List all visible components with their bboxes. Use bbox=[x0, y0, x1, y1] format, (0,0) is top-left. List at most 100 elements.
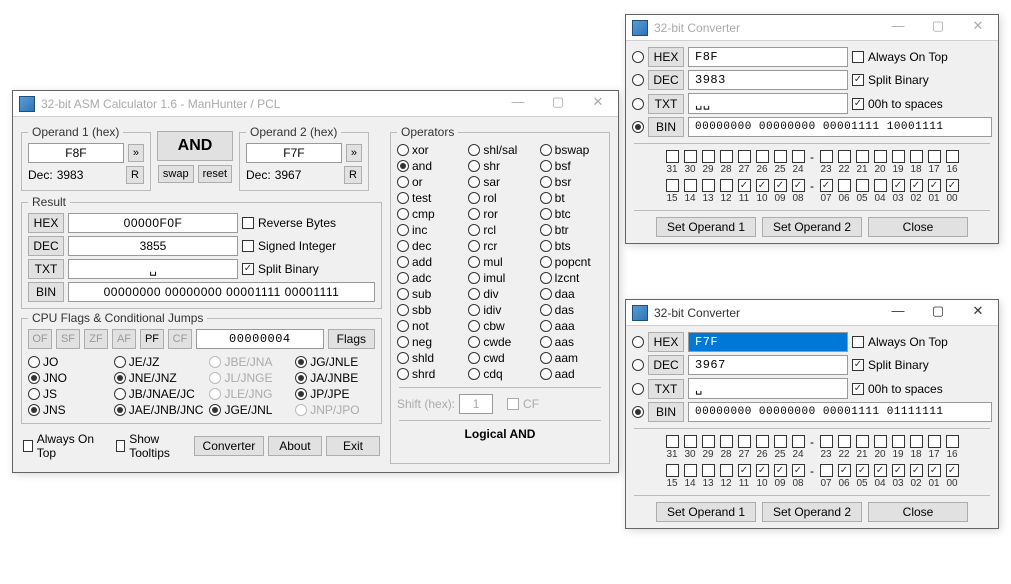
operator-bswap[interactable]: bswap bbox=[540, 143, 603, 157]
close-button[interactable]: ✕ bbox=[958, 300, 998, 326]
jump-je-jz[interactable]: JE/JZ bbox=[114, 355, 204, 369]
jump-ja-jnbe[interactable]: JA/JNBE bbox=[295, 371, 375, 385]
result-dec-label[interactable]: DEC bbox=[28, 236, 64, 256]
conv-check-dec[interactable]: Split Binary bbox=[852, 358, 929, 372]
bit-29[interactable] bbox=[702, 435, 715, 448]
bit-27[interactable] bbox=[738, 150, 751, 163]
bit-16[interactable] bbox=[946, 150, 959, 163]
operator-cwd[interactable]: cwd bbox=[468, 351, 531, 365]
operator-aaa[interactable]: aaa bbox=[540, 319, 603, 333]
jump-jnp-jpo[interactable]: JNP/JPO bbox=[295, 403, 375, 417]
conv-radio-txt[interactable] bbox=[632, 98, 644, 110]
bit-24[interactable] bbox=[792, 435, 805, 448]
cf-checkbox[interactable]: CF bbox=[507, 397, 539, 411]
bit-2[interactable] bbox=[910, 179, 923, 192]
bit-11[interactable] bbox=[738, 179, 751, 192]
about-button[interactable]: About bbox=[268, 436, 322, 456]
bit-26[interactable] bbox=[756, 150, 769, 163]
operator-and[interactable]: and bbox=[397, 159, 460, 173]
operator-sbb[interactable]: sbb bbox=[397, 303, 460, 317]
conv-bin-label[interactable]: BIN bbox=[648, 402, 684, 422]
operator-shld[interactable]: shld bbox=[397, 351, 460, 365]
operator-imul[interactable]: imul bbox=[468, 271, 531, 285]
jump-jle-jng[interactable]: JLE/JNG bbox=[209, 387, 289, 401]
jump-jge-jnl[interactable]: JGE/JNL bbox=[209, 403, 289, 417]
close-button[interactable]: ✕ bbox=[958, 15, 998, 41]
conv-bot-titlebar[interactable]: 32-bit Converter — ▢ ✕ bbox=[626, 300, 998, 326]
operator-xor[interactable]: xor bbox=[397, 143, 460, 157]
jump-jae-jnb-jnc[interactable]: JAE/JNB/JNC bbox=[114, 403, 204, 417]
maximize-button[interactable]: ▢ bbox=[538, 91, 578, 117]
maximize-button[interactable]: ▢ bbox=[918, 15, 958, 41]
bit-12[interactable] bbox=[720, 179, 733, 192]
operator-shrd[interactable]: shrd bbox=[397, 367, 460, 381]
split-binary-checkbox[interactable]: Split Binary bbox=[242, 262, 319, 276]
conv-top-titlebar[interactable]: 32-bit Converter — ▢ ✕ bbox=[626, 15, 998, 41]
maximize-button[interactable]: ▢ bbox=[918, 300, 958, 326]
operator-bt[interactable]: bt bbox=[540, 191, 603, 205]
bit-25[interactable] bbox=[774, 150, 787, 163]
operator-btc[interactable]: btc bbox=[540, 207, 603, 221]
bit-5[interactable] bbox=[856, 464, 869, 477]
bit-21[interactable] bbox=[856, 150, 869, 163]
bit-9[interactable] bbox=[774, 179, 787, 192]
bit-5[interactable] bbox=[856, 179, 869, 192]
bit-23[interactable] bbox=[820, 435, 833, 448]
bit-15[interactable] bbox=[666, 179, 679, 192]
conv-radio-hex[interactable] bbox=[632, 51, 644, 63]
flag-af[interactable]: AF bbox=[112, 329, 136, 349]
operator-aas[interactable]: aas bbox=[540, 335, 603, 349]
bit-1[interactable] bbox=[928, 179, 941, 192]
bit-31[interactable] bbox=[666, 150, 679, 163]
operator-daa[interactable]: daa bbox=[540, 287, 603, 301]
bit-1[interactable] bbox=[928, 464, 941, 477]
operator-inc[interactable]: inc bbox=[397, 223, 460, 237]
conv-bin-input[interactable]: 00000000 00000000 00001111 01111111 bbox=[688, 402, 992, 422]
bit-8[interactable] bbox=[792, 179, 805, 192]
operator-neg[interactable]: neg bbox=[397, 335, 460, 349]
jump-jp-jpe[interactable]: JP/JPE bbox=[295, 387, 375, 401]
bit-16[interactable] bbox=[946, 435, 959, 448]
conv-check-txt[interactable]: 00h to spaces bbox=[852, 97, 943, 111]
jump-jg-jnle[interactable]: JG/JNLE bbox=[295, 355, 375, 369]
conv-hex-label[interactable]: HEX bbox=[648, 332, 684, 352]
bit-23[interactable] bbox=[820, 150, 833, 163]
conv-radio-bin[interactable] bbox=[632, 121, 644, 133]
operator-aam[interactable]: aam bbox=[540, 351, 603, 365]
set-operand-2-button[interactable]: Set Operand 2 bbox=[762, 217, 862, 237]
bit-7[interactable] bbox=[820, 179, 833, 192]
operator-idiv[interactable]: idiv bbox=[468, 303, 531, 317]
operator-bts[interactable]: bts bbox=[540, 239, 603, 253]
bit-12[interactable] bbox=[720, 464, 733, 477]
conv-radio-txt[interactable] bbox=[632, 383, 644, 395]
jump-jb-jnae-jc[interactable]: JB/JNAE/JC bbox=[114, 387, 204, 401]
current-operator-button[interactable]: AND bbox=[157, 131, 233, 161]
flag-of[interactable]: OF bbox=[28, 329, 52, 349]
bit-4[interactable] bbox=[874, 179, 887, 192]
jump-jne-jnz[interactable]: JNE/JNZ bbox=[114, 371, 204, 385]
result-txt-value[interactable]: ␣ bbox=[68, 259, 238, 279]
conv-bin-label[interactable]: BIN bbox=[648, 117, 684, 137]
conv-txt-label[interactable]: TXT bbox=[648, 379, 684, 399]
operator-das[interactable]: das bbox=[540, 303, 603, 317]
jump-js[interactable]: JS bbox=[28, 387, 108, 401]
operator-cwde[interactable]: cwde bbox=[468, 335, 531, 349]
bit-19[interactable] bbox=[892, 435, 905, 448]
conv-hex-input[interactable]: F8F bbox=[688, 47, 848, 67]
jump-jbe-jna[interactable]: JBE/JNA bbox=[209, 355, 289, 369]
bit-9[interactable] bbox=[774, 464, 787, 477]
conv-txt-input[interactable]: ␣␣ bbox=[688, 93, 848, 114]
conv-check-txt[interactable]: 00h to spaces bbox=[852, 382, 943, 396]
operator-div[interactable]: div bbox=[468, 287, 531, 301]
swap-button[interactable]: swap bbox=[158, 165, 194, 183]
conv-txt-input[interactable]: ␣ bbox=[688, 378, 848, 399]
flag-cf[interactable]: CF bbox=[168, 329, 192, 349]
bit-24[interactable] bbox=[792, 150, 805, 163]
close-button[interactable]: Close bbox=[868, 217, 968, 237]
bit-14[interactable] bbox=[684, 464, 697, 477]
bit-7[interactable] bbox=[820, 464, 833, 477]
result-dec-value[interactable]: 3855 bbox=[68, 236, 238, 256]
bit-28[interactable] bbox=[720, 435, 733, 448]
jump-jo[interactable]: JO bbox=[28, 355, 108, 369]
conv-hex-input[interactable]: F7F bbox=[688, 332, 848, 352]
